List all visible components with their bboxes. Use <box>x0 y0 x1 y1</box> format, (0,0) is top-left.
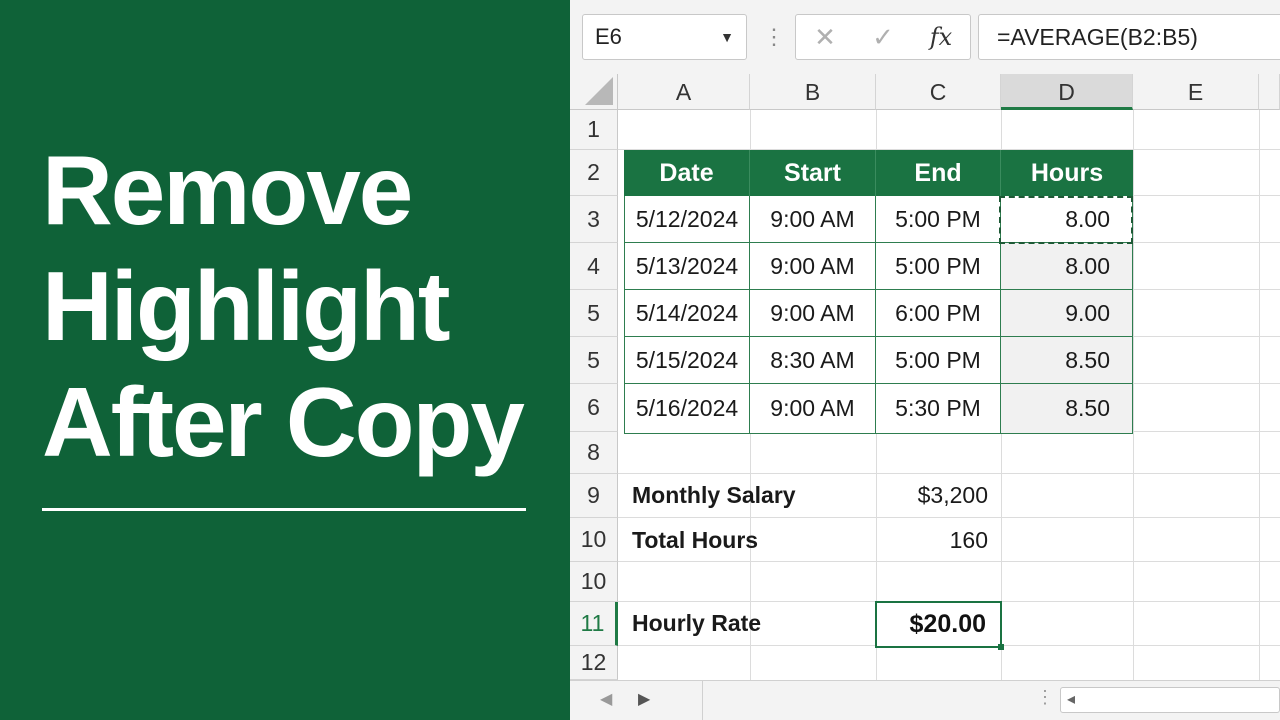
row-header[interactable]: 12 <box>570 646 618 680</box>
horizontal-scrollbar[interactable]: ◂ <box>1060 687 1280 713</box>
hours-value[interactable]: 160 <box>876 527 988 554</box>
grid-row <box>618 562 1280 602</box>
table-header[interactable]: Start <box>750 150 876 196</box>
headline-divider <box>42 508 526 511</box>
chevron-right-icon[interactable]: ▶ <box>638 689 650 711</box>
name-box-value: E6 <box>595 24 622 49</box>
table-cell[interactable]: 5:00 PM <box>876 337 1001 384</box>
table-cell[interactable]: 9:00 AM <box>750 243 876 290</box>
headline-line-3: After Copy <box>42 367 525 477</box>
grid-row <box>618 432 1280 474</box>
row-header[interactable]: 1 <box>570 110 618 150</box>
row-header[interactable]: 5 <box>570 290 618 337</box>
divider <box>702 681 703 720</box>
grid-row <box>1133 384 1280 432</box>
table-header[interactable]: End <box>876 150 1001 196</box>
table-cell[interactable]: 8:30 AM <box>750 337 876 384</box>
insert-function-icon[interactable]: fx <box>916 15 966 59</box>
grid-row <box>1133 243 1280 290</box>
formula-bar: E6 ▼ ⋮ ✕ ✓ fx =AVERAGE(B2:B5) <box>570 0 1280 74</box>
cancel-icon[interactable]: ✕ <box>800 15 850 59</box>
select-all-button[interactable] <box>570 74 618 110</box>
table-cell[interactable]: 9:00 AM <box>750 196 876 243</box>
table-cell[interactable]: 9.00 <box>1001 290 1133 337</box>
column-header-c[interactable]: C <box>876 74 1001 110</box>
table-cell[interactable]: 5:00 PM <box>876 243 1001 290</box>
column-header-d[interactable]: D <box>1001 74 1133 110</box>
column-header-e[interactable]: E <box>1133 74 1259 110</box>
salary-value[interactable]: $3,200 <box>876 482 988 509</box>
table-header[interactable]: Date <box>624 150 750 196</box>
table-cell[interactable]: 6:00 PM <box>876 290 1001 337</box>
grid-row <box>1133 196 1280 243</box>
row-header[interactable]: 9 <box>570 474 618 518</box>
table-cell[interactable]: 8.50 <box>1001 384 1133 434</box>
name-box[interactable]: E6 ▼ <box>582 14 747 60</box>
headline-line-1: Remove <box>42 135 413 245</box>
table-cell[interactable]: 9:00 AM <box>750 290 876 337</box>
table-header[interactable]: Hours <box>1001 150 1133 196</box>
grid-row <box>1133 150 1280 196</box>
drag-handle-icon[interactable]: ⋮ <box>1036 687 1054 708</box>
column-header-b[interactable]: B <box>750 74 876 110</box>
row-header[interactable]: 10 <box>570 562 618 602</box>
chevron-left-icon[interactable]: ◀ <box>600 689 612 711</box>
table-cell[interactable]: 5/12/2024 <box>624 196 750 243</box>
table-cell[interactable]: 5/13/2024 <box>624 243 750 290</box>
salary-label: Monthly Salary <box>632 482 796 508</box>
title-panel: Remove Highlight After Copy <box>0 0 570 720</box>
table-cell[interactable]: 8.00 <box>1001 243 1133 290</box>
select-all-icon <box>585 77 613 105</box>
row-header[interactable]: 2 <box>570 150 618 196</box>
row-header[interactable]: 10 <box>570 518 618 562</box>
headline-line-2: Highlight <box>42 251 451 361</box>
grid-row <box>1133 337 1280 384</box>
row-header[interactable]: 6 <box>570 384 618 432</box>
row-header[interactable]: 5 <box>570 337 618 384</box>
row-header[interactable]: 4 <box>570 243 618 290</box>
table-cell[interactable]: 5/15/2024 <box>624 337 750 384</box>
grid-row <box>618 110 1280 150</box>
table-cell[interactable]: 8.50 <box>1001 337 1133 384</box>
column-header-f[interactable] <box>1259 74 1280 110</box>
spreadsheet-window: E6 ▼ ⋮ ✕ ✓ fx =AVERAGE(B2:B5) A B C D E … <box>570 0 1280 720</box>
check-icon[interactable]: ✓ <box>858 15 908 59</box>
table-cell[interactable]: 5/14/2024 <box>624 290 750 337</box>
table-cell[interactable]: 5/16/2024 <box>624 384 750 434</box>
column-header-a[interactable]: A <box>618 74 750 110</box>
rate-value: $20.00 <box>909 610 986 638</box>
row-header-active[interactable]: 11 <box>570 602 618 646</box>
table-cell[interactable]: 5:00 PM <box>876 196 1001 243</box>
hours-label: Total Hours <box>632 527 759 553</box>
formula-buttons: ✕ ✓ fx <box>795 14 971 60</box>
row-header[interactable]: 3 <box>570 196 618 243</box>
grid-row <box>1133 290 1280 337</box>
sheet-tab-bar: ◀ ▶ ⋮ ◂ <box>570 680 1280 720</box>
rate-label: Hourly Rate <box>632 610 762 636</box>
row-header[interactable]: 8 <box>570 432 618 474</box>
fill-handle[interactable] <box>998 644 1004 650</box>
formula-input[interactable]: =AVERAGE(B2:B5) <box>978 14 1280 60</box>
headline: Remove Highlight After Copy <box>42 132 562 480</box>
drag-handle-icon[interactable]: ⋮ <box>763 22 785 52</box>
table-cell[interactable]: 9:00 AM <box>750 384 876 434</box>
scroll-left-icon[interactable]: ◂ <box>1067 689 1075 709</box>
table-cell[interactable]: 5:30 PM <box>876 384 1001 434</box>
table-cell[interactable]: 8.00 <box>1001 196 1133 243</box>
rate-cell[interactable]: $20.00 <box>875 601 1004 650</box>
chevron-down-icon[interactable]: ▼ <box>720 15 734 59</box>
